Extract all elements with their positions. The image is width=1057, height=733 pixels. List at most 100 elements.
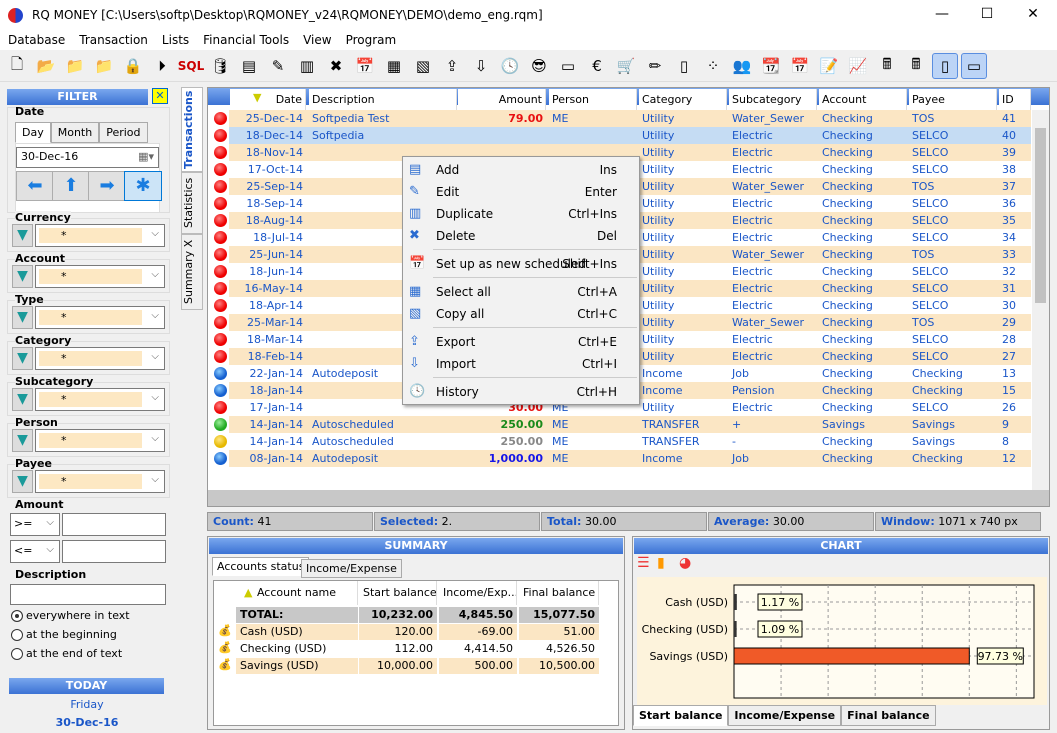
category-filter-funnel-icon[interactable]: ▼ — [12, 347, 33, 370]
currency-combo[interactable]: €*⌵ — [35, 224, 165, 247]
amount-max-input[interactable] — [62, 540, 166, 563]
scheduled-icon[interactable]: 📅 — [352, 53, 378, 79]
chart-tab-income-expense[interactable]: Income/Expense — [728, 705, 842, 726]
calendar-edit-icon[interactable]: 📝 — [816, 53, 842, 79]
person-filter-funnel-icon[interactable]: ▼ — [12, 429, 33, 452]
form-icon[interactable]: ▤ — [236, 53, 262, 79]
copy-all-icon[interactable]: ▧ — [410, 53, 436, 79]
close-button[interactable]: ✕ — [1023, 6, 1043, 22]
tab-summary[interactable]: Summary X — [181, 234, 203, 310]
calendar-form-icon[interactable]: 📆 — [758, 53, 784, 79]
layout-top-icon[interactable]: ▭ — [961, 53, 987, 79]
subcategory-combo[interactable]: ◕*⌵ — [35, 388, 165, 411]
horizontal-scrollbar[interactable] — [208, 490, 1049, 506]
amount-min-operator[interactable]: >= ⌵ — [10, 513, 60, 536]
date-input[interactable]: 30-Dec-16 ▦▾ — [16, 147, 159, 168]
menu-item-set-up-as-new-scheduled[interactable]: 📅 Set up as new scheduled Shift+Ins — [403, 253, 639, 275]
amount-min-input[interactable] — [62, 513, 166, 536]
tab-transactions[interactable]: Transactions — [181, 87, 203, 172]
column-header-category[interactable]: Category — [639, 89, 727, 110]
description-input[interactable] — [10, 584, 166, 605]
menu-lists[interactable]: Lists — [154, 32, 195, 47]
select-all-icon[interactable]: ▦ — [381, 53, 407, 79]
sql-icon[interactable]: SQL — [178, 53, 205, 79]
column-header-id[interactable]: ID — [999, 89, 1031, 110]
tab-accounts-status[interactable]: Accounts status — [212, 557, 310, 576]
export-icon[interactable]: ⇪ — [439, 53, 465, 79]
date-tab-period[interactable]: Period — [99, 122, 148, 143]
amount-max-operator[interactable]: <= ⌵ — [10, 540, 60, 563]
layout-left-icon[interactable]: ▯ — [932, 53, 958, 79]
menu-item-history[interactable]: 🕓 History Ctrl+H — [403, 381, 639, 403]
category-combo[interactable]: ◕*⌵ — [35, 347, 165, 370]
tab-statistics[interactable]: Statistics — [181, 172, 203, 234]
type-filter-funnel-icon[interactable]: ▼ — [12, 306, 33, 329]
chart-tab-final-balance[interactable]: Final balance — [841, 705, 936, 726]
column-header-subcategory[interactable]: Subcategory — [729, 89, 817, 110]
calendar-icon[interactable]: 📅 — [787, 53, 813, 79]
pencil-icon[interactable]: ✏ — [642, 53, 668, 79]
column-header-date[interactable]: Date — [230, 89, 306, 110]
open-folder-icon[interactable]: 📂 — [33, 53, 59, 79]
import-icon[interactable]: ⇩ — [468, 53, 494, 79]
pie-chart-icon[interactable]: ◕ — [679, 555, 691, 571]
column-header-person[interactable]: Person — [549, 89, 637, 110]
table-row[interactable]: 25-Dec-14 Softpedia Test 79.00 ME Utility Wat… — [208, 110, 1031, 127]
radio-option[interactable]: at the end of text — [11, 647, 122, 660]
new-file-icon[interactable]: 🗋 — [4, 53, 30, 79]
tab-income-expense[interactable]: Income/Expense — [301, 559, 402, 578]
table-row[interactable]: 08-Jan-14 Autodeposit 1,000.00 ME Income Job C… — [208, 450, 1031, 467]
folder-sync-icon[interactable]: 📁 — [62, 53, 88, 79]
table-row[interactable]: 18-Dec-14 Softpedia Utility Electric Checkin… — [208, 127, 1031, 144]
close-filter-icon[interactable]: ✕ — [152, 88, 168, 104]
person-combo[interactable]: 👤*⌵ — [35, 429, 165, 452]
currency-filter-funnel-icon[interactable]: ▼ — [12, 224, 33, 247]
calculator-icon[interactable]: 🖩 — [903, 53, 929, 79]
menu-item-select-all[interactable]: ▦ Select all Ctrl+A — [403, 281, 639, 303]
payee-filter-funnel-icon[interactable]: ▼ — [12, 470, 33, 493]
persons-icon[interactable]: 👥 — [729, 53, 755, 79]
duplicate-form-icon[interactable]: ▥ — [294, 53, 320, 79]
bottle-icon[interactable]: ▯ — [671, 53, 697, 79]
table-row[interactable]: 14-Jan-14 Autoscheduled 250.00 ME TRANSFER - C… — [208, 433, 1031, 450]
clock-icon[interactable]: 🕓 — [497, 53, 523, 79]
column-header-account[interactable]: Account — [819, 89, 907, 110]
currency-icon[interactable]: € — [584, 53, 610, 79]
menu-item-add[interactable]: ▤ Add Ins — [403, 159, 639, 181]
maximize-button[interactable]: ☐ — [977, 6, 997, 22]
menu-item-delete[interactable]: ✖ Delete Del — [403, 225, 639, 247]
notes-icon[interactable]: ▭ — [555, 53, 581, 79]
date-tab-month[interactable]: Month — [50, 122, 100, 143]
subcategory-filter-funnel-icon[interactable]: ▼ — [12, 388, 33, 411]
cart-icon[interactable]: 🛒 — [613, 53, 639, 79]
menu-view[interactable]: View — [295, 32, 337, 47]
menu-database[interactable]: Database — [0, 32, 71, 47]
chart-tab-start-balance[interactable]: Start balance — [633, 705, 729, 726]
table-row[interactable]: 14-Jan-14 Autoscheduled 250.00 ME TRANSFER + S… — [208, 416, 1031, 433]
radio-option[interactable]: at the beginning — [11, 628, 117, 641]
summary-column-header[interactable]: Final balance — [519, 581, 599, 605]
smiley-icon[interactable]: 😎 — [526, 53, 552, 79]
play-icon[interactable]: ⏵ — [149, 53, 175, 79]
vertical-scrollbar[interactable] — [1032, 110, 1049, 490]
database-icon[interactable]: 🛢 — [207, 53, 233, 79]
column-header-amount[interactable]: Amount — [458, 89, 546, 110]
up-date-button[interactable]: ⬆ — [52, 171, 90, 201]
menu-item-export[interactable]: ⇪ Export Ctrl+E — [403, 331, 639, 353]
menu-financial-tools[interactable]: Financial Tools — [195, 32, 295, 47]
column-header-payee[interactable]: Payee — [909, 89, 997, 110]
delete-form-icon[interactable]: ✖ — [323, 53, 349, 79]
account-combo[interactable]: 💰*⌵ — [35, 265, 165, 288]
minimize-button[interactable]: — — [932, 6, 952, 22]
radio-option[interactable]: everywhere in text — [11, 609, 130, 622]
radio-icon[interactable] — [11, 628, 23, 641]
column-header-description[interactable]: Description — [309, 89, 457, 110]
line-chart-icon[interactable]: 📈 — [845, 53, 871, 79]
menu-item-duplicate[interactable]: ▥ Duplicate Ctrl+Ins — [403, 203, 639, 225]
menu-item-copy-all[interactable]: ▧ Copy all Ctrl+C — [403, 303, 639, 325]
menu-item-edit[interactable]: ✎ Edit Enter — [403, 181, 639, 203]
calculator-coins-icon[interactable]: 🖩 — [874, 53, 900, 79]
next-date-button[interactable]: ➡ — [88, 171, 126, 201]
menu-item-import[interactable]: ⇩ Import Ctrl+I — [403, 353, 639, 375]
payee-combo[interactable]: 🛒*⌵ — [35, 470, 165, 493]
